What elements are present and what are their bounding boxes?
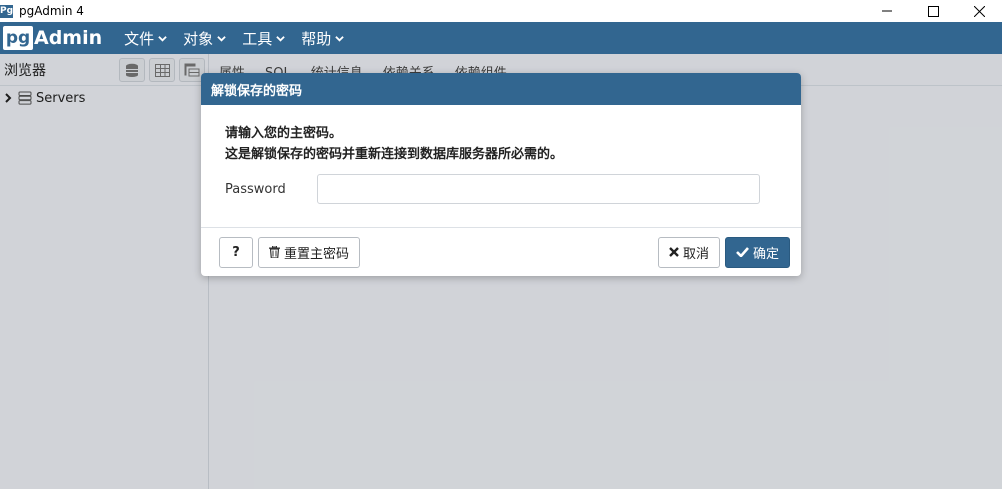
menu-object-label: 对象	[183, 29, 214, 48]
menu-help[interactable]: 帮助	[301, 28, 344, 49]
menu-file-label: 文件	[124, 29, 155, 48]
maximize-icon	[927, 5, 939, 17]
dialog-footer: ? 重置主密码 取消 确定	[201, 227, 801, 276]
logo-admin: Admin	[34, 27, 103, 49]
help-label: ?	[232, 244, 240, 260]
password-row: Password	[225, 174, 777, 204]
trash-icon	[269, 246, 280, 258]
ok-label: 确定	[752, 246, 779, 262]
close-window-button[interactable]	[956, 0, 1002, 22]
logo-pg: pg	[3, 26, 33, 50]
chevron-down-icon	[276, 35, 285, 42]
window-title: pgAdmin 4	[19, 4, 84, 18]
pgadmin-logo[interactable]: pg Admin	[3, 25, 102, 51]
times-icon	[669, 247, 679, 257]
help-button[interactable]: ?	[219, 236, 253, 268]
main-menu: 文件 对象 工具 帮助	[124, 28, 360, 49]
reset-label: 重置主密码	[284, 246, 350, 262]
chevron-down-icon	[217, 35, 226, 42]
chevron-down-icon	[335, 35, 344, 42]
close-icon	[973, 5, 985, 17]
dialog-title: 解锁保存的密码	[201, 73, 801, 105]
dialog-body: 请输入您的主密码。 这是解锁保存的密码并重新连接到数据库服务器所必需的。 Pas…	[201, 105, 801, 204]
dialog-message-line1: 请输入您的主密码。	[225, 126, 343, 141]
menu-tools[interactable]: 工具	[242, 28, 285, 49]
unlock-password-dialog: 解锁保存的密码 请输入您的主密码。 这是解锁保存的密码并重新连接到数据库服务器所…	[201, 73, 801, 276]
password-label: Password	[225, 181, 286, 197]
dialog-message-line2: 这是解锁保存的密码并重新连接到数据库服务器所必需的。	[225, 147, 564, 162]
cancel-button[interactable]: 取消	[657, 236, 720, 268]
app-icon: Pg	[0, 4, 14, 18]
minimize-icon	[882, 10, 892, 12]
reset-master-password-button[interactable]: 重置主密码	[258, 236, 361, 268]
window-titlebar: Pg pgAdmin 4	[0, 0, 1002, 22]
menu-tools-label: 工具	[242, 29, 273, 48]
menu-file[interactable]: 文件	[124, 28, 167, 49]
window-controls	[864, 0, 1002, 22]
chevron-down-icon	[158, 35, 167, 42]
cancel-label: 取消	[682, 246, 709, 262]
menu-help-label: 帮助	[301, 29, 332, 48]
menu-object[interactable]: 对象	[183, 28, 226, 49]
ok-button[interactable]: 确定	[724, 236, 790, 268]
app-navbar: pg Admin 文件 对象 工具 帮助	[0, 22, 1002, 54]
maximize-button[interactable]	[910, 0, 956, 22]
check-icon	[736, 247, 749, 257]
password-input[interactable]	[317, 174, 760, 204]
minimize-button[interactable]	[864, 0, 910, 22]
